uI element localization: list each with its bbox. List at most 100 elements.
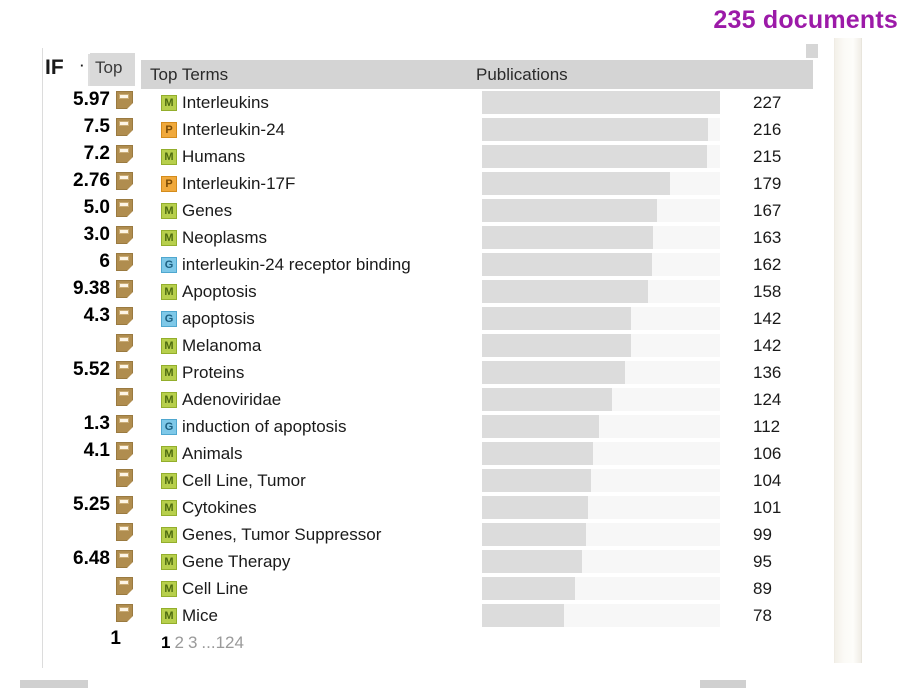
column-header-publications[interactable]: Publications <box>476 65 568 85</box>
document-icon[interactable] <box>116 279 133 298</box>
term-label[interactable]: Gene Therapy <box>182 552 290 572</box>
table-row[interactable]: M Cell Line 89 <box>141 575 813 602</box>
impact-factor-row: 5.25 <box>43 491 143 518</box>
term-cell: M Mice <box>141 606 482 626</box>
pagination-page-current[interactable]: 1 <box>161 633 170 653</box>
term-label[interactable]: Mice <box>182 606 218 626</box>
column-header-top-terms[interactable]: Top Terms <box>150 65 228 85</box>
bottom-left-widget[interactable] <box>20 680 88 688</box>
document-icon[interactable] <box>116 576 133 595</box>
document-icon[interactable] <box>116 171 133 190</box>
document-icon[interactable] <box>116 360 133 379</box>
term-label[interactable]: interleukin-24 receptor binding <box>182 255 411 275</box>
document-icon[interactable] <box>116 117 133 136</box>
term-label[interactable]: Genes <box>182 201 232 221</box>
document-icon[interactable] <box>116 603 133 622</box>
document-icon[interactable] <box>116 468 133 487</box>
scroll-nub[interactable] <box>806 44 818 58</box>
pagination-page-link[interactable]: ...124 <box>201 633 244 653</box>
impact-factor-row: 2.76 <box>43 167 143 194</box>
term-label[interactable]: Proteins <box>182 363 244 383</box>
publication-count: 163 <box>753 227 782 247</box>
table-row[interactable]: M Neoplasms 163 <box>141 224 813 251</box>
publication-bar-track <box>482 334 720 357</box>
table-row[interactable]: M Apoptosis 158 <box>141 278 813 305</box>
term-label[interactable]: Cytokines <box>182 498 257 518</box>
term-label[interactable]: Cell Line <box>182 579 248 599</box>
table-row[interactable]: M Melanoma 142 <box>141 332 813 359</box>
bottom-right-widget[interactable] <box>700 680 746 688</box>
pagination-page-link[interactable]: 3 <box>188 633 197 653</box>
publication-bar-fill <box>482 253 652 276</box>
document-icon[interactable] <box>116 333 133 352</box>
term-cell: M Cell Line, Tumor <box>141 471 482 491</box>
term-label[interactable]: Interleukin-17F <box>182 174 295 194</box>
table-row[interactable]: M Mice 78 <box>141 602 813 629</box>
table-row[interactable]: M Gene Therapy 95 <box>141 548 813 575</box>
publication-bar-fill <box>482 280 648 303</box>
publication-count: 104 <box>753 470 782 490</box>
publication-count: 89 <box>753 578 772 598</box>
term-label[interactable]: induction of apoptosis <box>182 417 346 437</box>
table-row[interactable]: Ginterleukin-24 receptor binding 162 <box>141 251 813 278</box>
table-row[interactable]: Gapoptosis 142 <box>141 305 813 332</box>
term-label[interactable]: Apoptosis <box>182 282 257 302</box>
table-row[interactable]: M Cytokines 101 <box>141 494 813 521</box>
document-icon[interactable] <box>116 252 133 271</box>
hidden-top-tab[interactable]: Top <box>90 53 135 86</box>
impact-factor-row <box>43 599 143 626</box>
impact-factor-header[interactable]: Top IF · <box>43 52 147 88</box>
publication-count: 136 <box>753 362 782 382</box>
document-icon[interactable] <box>116 495 133 514</box>
table-row[interactable]: M Humans 215 <box>141 143 813 170</box>
document-icon[interactable] <box>116 522 133 541</box>
term-label[interactable]: Genes, Tumor Suppressor <box>182 525 381 545</box>
publication-bar-track <box>482 145 720 168</box>
publication-bar-fill <box>482 388 613 411</box>
term-label[interactable]: Cell Line, Tumor <box>182 471 306 491</box>
publication-bar-track <box>482 577 720 600</box>
table-row[interactable]: M Interleukins 227 <box>141 89 813 116</box>
table-row[interactable]: P Interleukin-24 216 <box>141 116 813 143</box>
document-icon[interactable] <box>116 441 133 460</box>
term-label[interactable]: apoptosis <box>182 309 255 329</box>
pagination-page-link[interactable]: 2 <box>174 633 183 653</box>
impact-factor-row: 4.3 <box>43 302 143 329</box>
term-label[interactable]: Interleukins <box>182 93 269 113</box>
publication-bar-fill <box>482 604 564 627</box>
table-row[interactable]: M Adenoviridae 124 <box>141 386 813 413</box>
sort-indicator-icon[interactable]: · <box>80 58 84 73</box>
table-row[interactable]: M Proteins 136 <box>141 359 813 386</box>
impact-factor-value: 7.2 <box>83 142 110 164</box>
term-label[interactable]: Melanoma <box>182 336 261 356</box>
document-icon[interactable] <box>116 225 133 244</box>
document-icon[interactable] <box>116 414 133 433</box>
term-label[interactable]: Adenoviridae <box>182 390 281 410</box>
document-icon[interactable] <box>116 549 133 568</box>
term-cell: Gapoptosis <box>141 309 482 329</box>
impact-factor-value: 5.25 <box>73 493 110 515</box>
term-label[interactable]: Neoplasms <box>182 228 267 248</box>
table-row[interactable]: P Interleukin-17F 179 <box>141 170 813 197</box>
table-row[interactable]: M Genes, Tumor Suppressor 99 <box>141 521 813 548</box>
publication-bar-fill <box>482 442 594 465</box>
table-row[interactable]: M Genes 167 <box>141 197 813 224</box>
term-cell: M Genes, Tumor Suppressor <box>141 525 482 545</box>
impact-factor-value: 4.1 <box>83 439 110 461</box>
document-icon[interactable] <box>116 144 133 163</box>
document-icon[interactable] <box>116 198 133 217</box>
table-row[interactable]: M Cell Line, Tumor 104 <box>141 467 813 494</box>
table-row[interactable]: Ginduction of apoptosis 112 <box>141 413 813 440</box>
impact-factor-value: 1.3 <box>83 412 110 434</box>
document-icon[interactable] <box>116 387 133 406</box>
impact-factor-value: 3.0 <box>83 223 110 245</box>
document-icon[interactable] <box>116 90 133 109</box>
term-label[interactable]: Animals <box>182 444 242 464</box>
term-label[interactable]: Interleukin-24 <box>182 120 285 140</box>
document-icon[interactable] <box>116 306 133 325</box>
term-label[interactable]: Humans <box>182 147 245 167</box>
table-row[interactable]: M Animals 106 <box>141 440 813 467</box>
impact-factor-row: 5.52 <box>43 356 143 383</box>
vertical-scrollbar[interactable] <box>834 38 862 663</box>
impact-factor-page-number: 1 <box>110 628 121 649</box>
